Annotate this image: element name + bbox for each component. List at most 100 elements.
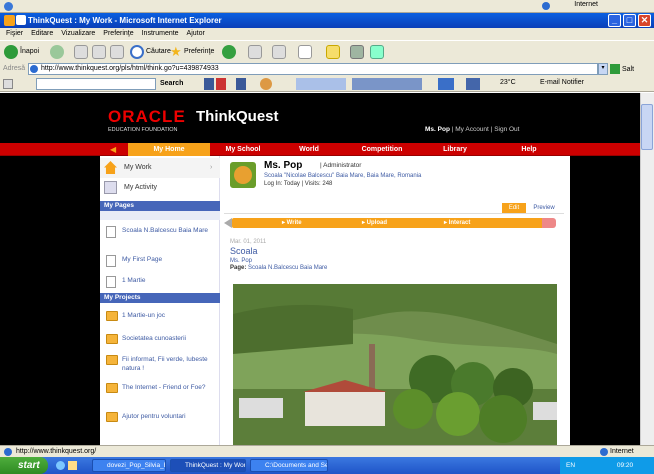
zone-label: Internet — [574, 1, 598, 8]
menu-file[interactable]: Fişier — [6, 30, 23, 37]
speaker-icon[interactable]: ◀︎ — [110, 145, 116, 154]
project-item[interactable]: Fii informat, Fii verde, Iubeste natura … — [106, 355, 216, 373]
interact-button[interactable]: ▸ Interact — [444, 218, 470, 228]
maximize-button[interactable]: □ — [623, 14, 636, 27]
back-icon[interactable] — [4, 45, 18, 59]
toolbar-widget-2[interactable] — [352, 78, 422, 90]
top-strip: Internet — [0, 0, 654, 13]
post-author[interactable]: Ms. Pop — [230, 258, 252, 264]
avatar[interactable] — [230, 162, 256, 188]
clock[interactable]: 09:20 — [617, 462, 633, 469]
project-item[interactable]: Ajutor pentru voluntari — [106, 412, 216, 422]
profile-school[interactable]: Scoala "Nicolae Balcescu" Baia Mare, Bai… — [264, 173, 421, 179]
close-button[interactable]: ✕ — [638, 14, 651, 27]
page-icon — [106, 276, 116, 288]
chevron-right-icon: › — [210, 164, 213, 171]
sign-out-link[interactable]: Sign Out — [494, 126, 519, 133]
pages-toolbar[interactable] — [100, 211, 220, 220]
go-button[interactable]: Salt — [610, 64, 650, 75]
page-icon — [106, 255, 116, 267]
nav-competition[interactable]: Competition — [342, 143, 422, 156]
project-item[interactable]: The Internet - Friend or Foe? — [106, 383, 216, 393]
nav-library[interactable]: Library — [422, 143, 488, 156]
quicklaunch-desktop-icon[interactable] — [68, 461, 77, 470]
stop-icon[interactable] — [74, 45, 88, 59]
history-icon[interactable] — [248, 45, 262, 59]
thinkquest-logo[interactable]: ThinkQuest — [196, 108, 279, 125]
menu-view[interactable]: Vizualizare — [61, 30, 95, 37]
youtube-icon[interactable] — [216, 78, 226, 90]
address-dropdown-icon[interactable]: ▾ — [598, 63, 608, 75]
sidebar-item-my-activity[interactable]: My Activity — [100, 178, 220, 198]
toolbar-search-input[interactable] — [36, 78, 156, 90]
forward-icon[interactable] — [50, 45, 64, 59]
facebook-icon[interactable] — [204, 78, 214, 90]
favorites-icon[interactable]: ★ — [170, 45, 182, 59]
weather-label[interactable]: 23°C — [500, 79, 516, 86]
address-input[interactable]: http://www.thinkquest.org/pls/html/think… — [28, 63, 598, 75]
favorites-label[interactable]: Preferinţe — [184, 48, 214, 55]
menu-edit[interactable]: Editare — [31, 30, 53, 37]
globe-icon — [542, 2, 550, 10]
home-icon[interactable] — [110, 45, 124, 59]
facebook2-icon[interactable] — [236, 78, 246, 90]
project-item[interactable]: 1 Martie-un joc — [106, 311, 216, 321]
status-bar: http://www.thinkquest.org/ Internet — [0, 445, 654, 457]
post-page: Page: Scoala N.Balcescu Baia Mare — [230, 265, 328, 271]
pencil-toolbar: ▸ Write ▸ Upload ▸ Interact — [224, 218, 556, 228]
my-pages-header: My Pages — [100, 201, 220, 211]
menu-tools[interactable]: Instrumente — [142, 30, 179, 37]
oracle-logo[interactable]: ORACLE — [108, 107, 186, 127]
task-button-active[interactable]: ThinkQuest : My Wor... — [170, 459, 246, 472]
task-button[interactable]: dovezi_Pop_Silvia_B... — [92, 459, 166, 472]
task-button[interactable]: C:\Documents and Se... — [250, 459, 328, 472]
right-margin — [570, 156, 640, 445]
media-icon[interactable] — [222, 45, 236, 59]
folder-icon — [106, 383, 118, 393]
discuss-icon[interactable] — [350, 45, 364, 59]
write-button[interactable]: ▸ Write — [282, 218, 302, 228]
my-account-link[interactable]: My Account — [455, 126, 489, 133]
search-label[interactable]: Căutare — [146, 48, 171, 55]
toolbar-widget-4[interactable] — [466, 78, 480, 90]
toolbar-menu-icon[interactable] — [3, 79, 13, 89]
nav-my-school[interactable]: My School — [210, 143, 276, 156]
toolbar-widget-3[interactable] — [438, 78, 454, 90]
nav-world[interactable]: World — [276, 143, 342, 156]
tab-preview[interactable]: Preview — [528, 203, 560, 213]
search-icon[interactable] — [130, 45, 144, 59]
toolbar-widget[interactable] — [296, 78, 346, 90]
nav-my-home[interactable]: My Home — [128, 143, 210, 156]
upload-button[interactable]: ▸ Upload — [362, 218, 387, 228]
page-item[interactable]: Scoala N.Balcescu Baia Mare — [106, 226, 216, 238]
messenger-icon[interactable] — [370, 45, 384, 59]
email-notifier[interactable]: E-mail Notifier — [540, 79, 584, 86]
quicklaunch-ie-icon[interactable] — [56, 461, 65, 470]
tab-edit[interactable]: Edit — [502, 203, 526, 213]
page-item[interactable]: My First Page — [106, 255, 216, 267]
post-page-link[interactable]: Scoala N.Balcescu Baia Mare — [248, 265, 327, 271]
windows-logo-icon — [4, 15, 15, 26]
language-indicator[interactable]: EN — [566, 462, 575, 469]
post-title[interactable]: Scoala — [230, 246, 258, 256]
scrollbar-thumb[interactable] — [641, 104, 653, 150]
addon-icon[interactable] — [260, 78, 272, 90]
avatar-face-icon — [234, 166, 252, 184]
minimize-button[interactable]: _ — [608, 14, 621, 27]
start-button[interactable]: start — [0, 457, 48, 474]
page-item[interactable]: 1 Martie — [106, 276, 216, 288]
refresh-icon[interactable] — [92, 45, 106, 59]
links-toolbar: Search 23°C E-mail Notifier — [0, 76, 654, 92]
left-sidebar: My Work › My Activity My Pages Scoala N.… — [100, 156, 220, 445]
mail-icon[interactable] — [272, 45, 286, 59]
toolbar: Înapoi Căutare ★ Preferinţe — [0, 40, 654, 62]
edit-icon[interactable] — [326, 45, 340, 59]
print-icon[interactable] — [298, 45, 312, 59]
menu-help[interactable]: Ajutor — [187, 30, 205, 37]
toolbar-search-button[interactable]: Search — [160, 78, 196, 90]
menu-favorites[interactable]: Preferinţe — [103, 30, 133, 37]
project-item[interactable]: Societatea cunoasterii — [106, 334, 216, 344]
nav-help[interactable]: Help — [488, 143, 570, 156]
sidebar-item-my-work[interactable]: My Work › — [100, 158, 220, 178]
back-label[interactable]: Înapoi — [20, 48, 39, 55]
